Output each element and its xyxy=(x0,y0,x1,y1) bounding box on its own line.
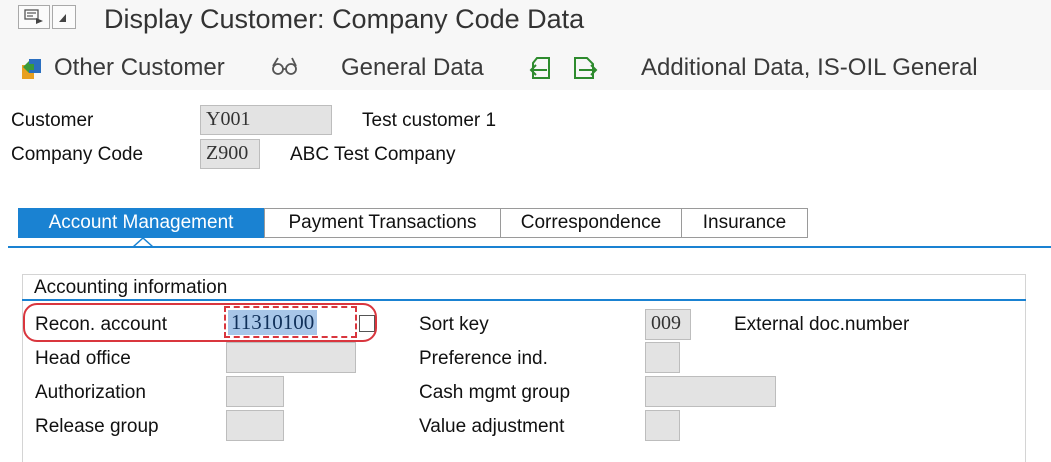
customer-label: Customer xyxy=(11,110,94,131)
head-office-field[interactable] xyxy=(226,342,356,373)
authorization-field[interactable] xyxy=(226,376,284,407)
group-divider xyxy=(22,299,1026,301)
sort-key-field[interactable]: 009 xyxy=(645,309,691,340)
glasses-button[interactable] xyxy=(270,54,300,87)
sort-key-label: Sort key xyxy=(419,314,489,335)
company-code-label: Company Code xyxy=(11,144,144,165)
cash-mgmt-label: Cash mgmt group xyxy=(419,382,571,403)
company-name: ABC Test Company xyxy=(290,144,456,165)
tab-correspondence[interactable]: Correspondence xyxy=(500,208,682,238)
caret-down-icon xyxy=(59,14,66,22)
next-button[interactable] xyxy=(571,54,599,87)
group-title: Accounting information xyxy=(34,277,228,298)
tab-insurance[interactable]: Insurance xyxy=(681,208,808,238)
other-customer-label: Other Customer xyxy=(54,54,225,81)
release-group-field[interactable] xyxy=(226,410,284,441)
cash-mgmt-field[interactable] xyxy=(645,376,776,407)
preference-field[interactable] xyxy=(645,342,680,373)
tab-payment-transactions[interactable]: Payment Transactions xyxy=(264,208,501,238)
value-adjustment-field[interactable] xyxy=(645,410,680,441)
more-menu-button[interactable] xyxy=(52,5,76,29)
release-group-label: Release group xyxy=(35,416,159,437)
menu-icon xyxy=(24,9,43,24)
value-adjustment-label: Value adjustment xyxy=(419,416,565,437)
authorization-label: Authorization xyxy=(35,382,146,403)
company-code-field[interactable]: Z900 xyxy=(200,139,260,169)
head-office-label: Head office xyxy=(35,348,131,369)
arrow-left-page-icon xyxy=(529,57,550,79)
page-title: Display Customer: Company Code Data xyxy=(104,4,585,34)
customer-name: Test customer 1 xyxy=(362,110,497,131)
customer-field[interactable]: Y001 xyxy=(200,105,332,135)
general-data-button[interactable]: General Data xyxy=(341,54,484,82)
tab-underline xyxy=(8,246,1051,248)
preference-label: Preference ind. xyxy=(419,348,548,369)
menu-button[interactable] xyxy=(18,5,50,29)
other-customer-icon xyxy=(22,59,41,79)
sort-key-description: External doc.number xyxy=(734,314,910,335)
tab-account-management[interactable]: Account Management xyxy=(18,208,264,238)
display-change-icon xyxy=(272,57,297,75)
highlight-annotation xyxy=(23,303,377,342)
arrow-right-page-icon xyxy=(574,57,598,79)
additional-data-button[interactable]: Additional Data, IS-OIL General xyxy=(641,54,978,82)
previous-button[interactable] xyxy=(527,54,555,87)
